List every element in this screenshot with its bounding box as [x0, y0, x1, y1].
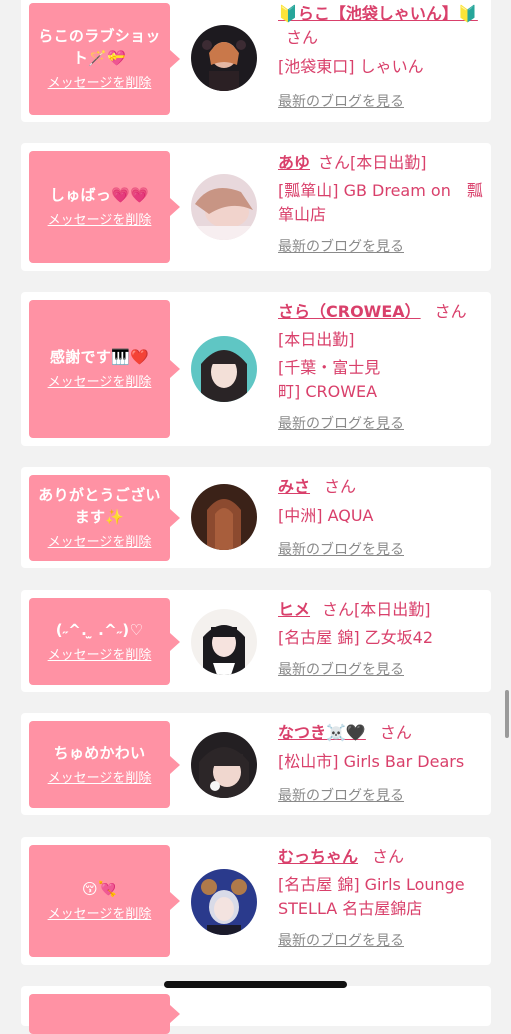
cast-name-link[interactable]: ヒメ	[278, 600, 310, 619]
message-bubble: 感謝です🎹❤️ メッセージを削除	[29, 300, 180, 438]
latest-blog-link[interactable]: 最新のブログを見る	[278, 540, 404, 560]
latest-blog-link[interactable]: 最新のブログを見る	[278, 786, 404, 806]
cast-info: さら（CROWEA） さん [本日出勤] [千葉・富士見町] CROWEA 最新の…	[278, 300, 488, 434]
honorific: さん	[372, 847, 405, 866]
message-text: ちゅめかわい	[53, 743, 146, 762]
shop-info: [中洲] AQUA	[278, 506, 374, 525]
message-card	[21, 986, 491, 1034]
delete-message-link[interactable]: メッセージを削除	[48, 212, 152, 230]
shop-info: [松山市] Girls Bar Dears	[278, 752, 465, 771]
latest-blog-link[interactable]: 最新のブログを見る	[278, 931, 404, 951]
delete-message-link[interactable]: メッセージを削除	[48, 770, 152, 788]
message-card: しゅばっ💗💗 メッセージを削除 あゆ さん[本日出勤] [瓢箪山] GB Drea…	[21, 143, 491, 271]
avatar[interactable]	[191, 174, 257, 240]
latest-blog-link[interactable]: 最新のブログを見る	[278, 92, 404, 112]
message-text: しゅばっ💗💗	[49, 186, 150, 204]
honorific: さん	[318, 153, 351, 172]
shop-info: [池袋東口] しゃいん	[278, 57, 424, 76]
message-card: 感謝です🎹❤️ メッセージを削除 さら（CROWEA） さん [本日出勤] [千葉…	[21, 292, 491, 446]
delete-message-link[interactable]: メッセージを削除	[48, 75, 152, 93]
message-text: ありがとうございます✨	[38, 486, 161, 526]
honorific: さん	[286, 28, 319, 47]
message-bubble: しゅばっ💗💗 メッセージを削除	[29, 151, 180, 263]
message-bubble	[29, 994, 180, 1034]
cast-info: あゆ さん[本日出勤] [瓢箪山] GB Dream on 瓢箪山店 最新のブログ…	[278, 151, 488, 257]
avatar[interactable]	[191, 732, 257, 798]
message-bubble: ありがとうございます✨ メッセージを削除	[29, 475, 180, 561]
message-bubble: 😚💘 メッセージを削除	[29, 845, 180, 957]
home-indicator[interactable]	[164, 981, 347, 988]
cast-info: むっちゃん さん [名古屋 錦] Girls Lounge STELLA 名古屋錦…	[278, 845, 488, 951]
shop-info: [名古屋 錦] 乙女坂42	[278, 628, 434, 647]
avatar[interactable]	[191, 25, 257, 91]
delete-message-link[interactable]: メッセージを削除	[48, 374, 152, 392]
honorific: さん	[379, 723, 412, 742]
avatar[interactable]	[191, 484, 257, 550]
message-text: らこのラブショット🪄💝	[38, 27, 161, 67]
scrollbar[interactable]	[505, 690, 509, 738]
status-label: [本日出勤]	[278, 330, 355, 349]
honorific: さん	[434, 302, 467, 321]
message-card: (˶^. ̫ .^˶)♡ メッセージを削除 ヒメ さん[本日出勤] [名古屋 錦]…	[21, 590, 491, 692]
shop-info: [瓢箪山] GB Dream on 瓢箪山店	[278, 181, 483, 224]
avatar[interactable]	[191, 609, 257, 675]
shop-info: [千葉・富士見町] CROWEA	[278, 358, 381, 401]
message-text: 😚💘	[82, 880, 117, 898]
message-text: (˶^. ̫ .^˶)♡	[55, 620, 144, 639]
message-text: 感謝です🎹❤️	[49, 348, 150, 366]
message-card: らこのラブショット🪄💝 メッセージを削除 🔰らこ【池袋しゃいん】🔰 さん [池袋東…	[21, 0, 491, 122]
cast-info: ヒメ さん[本日出勤] [名古屋 錦] 乙女坂42 最新のブログを見る	[278, 598, 488, 680]
message-card: ありがとうございます✨ メッセージを削除 みさ さん [中洲] AQUA 最新のブ…	[21, 467, 491, 568]
cast-name-link[interactable]: なつき☠️🖤	[278, 723, 366, 742]
latest-blog-link[interactable]: 最新のブログを見る	[278, 414, 404, 434]
cast-name-link[interactable]: みさ	[278, 477, 310, 496]
status-label: [本日出勤]	[350, 153, 427, 172]
cast-info: みさ さん [中洲] AQUA 最新のブログを見る	[278, 475, 488, 560]
message-card: 😚💘 メッセージを削除 むっちゃん さん [名古屋 錦] Girls Lounge…	[21, 837, 491, 965]
latest-blog-link[interactable]: 最新のブログを見る	[278, 237, 404, 257]
delete-message-link[interactable]: メッセージを削除	[48, 534, 152, 552]
avatar[interactable]	[191, 336, 257, 402]
status-label: [本日出勤]	[354, 600, 431, 619]
shop-info: [名古屋 錦] Girls Lounge STELLA 名古屋錦店	[278, 875, 465, 918]
avatar[interactable]	[191, 869, 257, 935]
cast-name-link[interactable]: さら（CROWEA）	[278, 302, 421, 321]
delete-message-link[interactable]: メッセージを削除	[48, 647, 152, 665]
message-card: ちゅめかわい メッセージを削除 なつき☠️🖤 さん [松山市] Girls Bar…	[21, 713, 491, 815]
message-bubble: (˶^. ̫ .^˶)♡ メッセージを削除	[29, 598, 180, 685]
cast-info: なつき☠️🖤 さん [松山市] Girls Bar Dears 最新のブログを見る	[278, 721, 488, 806]
delete-message-link[interactable]: メッセージを削除	[48, 906, 152, 924]
cast-name-link[interactable]: むっちゃん	[278, 847, 358, 866]
message-bubble: ちゅめかわい メッセージを削除	[29, 721, 180, 808]
cast-name-link[interactable]: あゆ	[278, 153, 310, 172]
honorific: さん	[322, 600, 355, 619]
honorific: さん	[324, 477, 357, 496]
latest-blog-link[interactable]: 最新のブログを見る	[278, 660, 404, 680]
cast-name-link[interactable]: 🔰らこ【池袋しゃいん】🔰	[278, 4, 478, 23]
cast-info: 🔰らこ【池袋しゃいん】🔰 さん [池袋東口] しゃいん 最新のブログを見る	[278, 2, 488, 112]
message-bubble: らこのラブショット🪄💝 メッセージを削除	[29, 3, 180, 115]
